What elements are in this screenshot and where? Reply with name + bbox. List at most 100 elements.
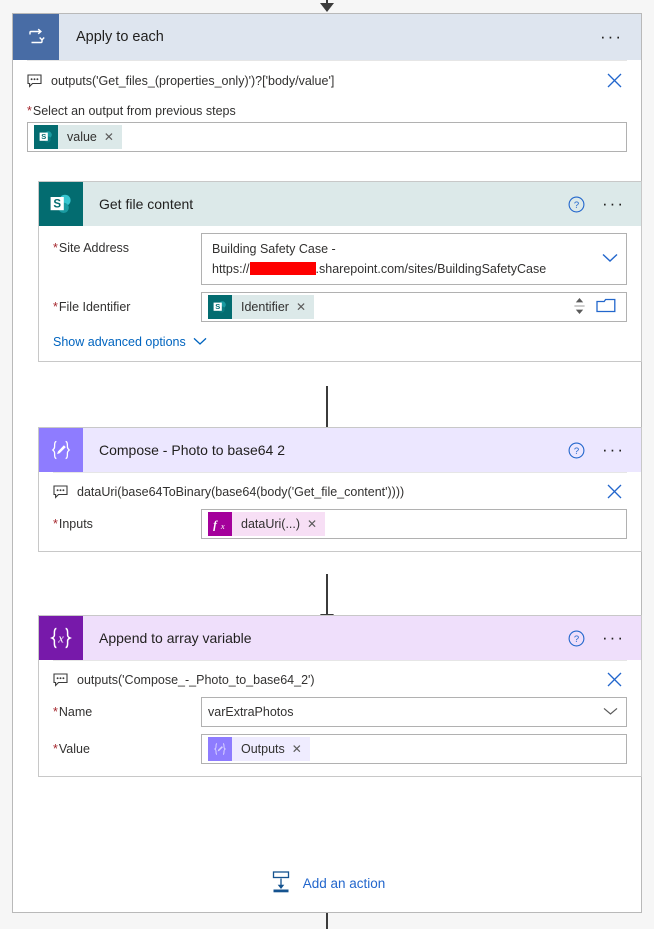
token-chip-label: value [67,130,97,144]
file-identifier-actions [573,296,622,319]
name-label-text: Name [58,705,93,719]
field-row-inputs: *Inputs f x dataUri(...) ✕ [39,502,641,539]
chevron-down-icon[interactable] [603,705,618,719]
svg-text:?: ? [574,446,579,457]
card-title: Append to array variable [99,630,252,646]
sharepoint-icon: S [34,125,58,149]
required-marker: * [53,241,58,255]
scope-menu-button[interactable]: ··· [600,28,623,45]
variable-name-value: varExtraPhotos [208,705,294,719]
close-icon[interactable] [606,72,623,89]
file-identifier-input[interactable]: S Identifier ✕ [201,292,627,322]
token-chip-outputs[interactable]: Outputs ✕ [208,737,310,761]
inputs-input[interactable]: f x dataUri(...) ✕ [201,509,627,539]
scope-expression-text: outputs('Get_files_(properties_only)')?[… [51,73,335,88]
redaction-box [249,262,316,275]
file-identifier-label: *File Identifier [53,292,201,314]
card-body: *Site Address Building Safety Case - htt… [39,226,641,361]
card-title: Get file content [99,196,194,212]
card-header[interactable]: x Append to array variable ? ··· [39,616,641,660]
connector-top [0,0,654,13]
required-marker: * [27,104,32,118]
question-circle-icon[interactable]: ? [568,630,585,647]
comment-bubble-icon [27,73,42,88]
show-advanced-options-link[interactable]: Show advanced options [53,335,207,349]
comment-bubble-icon [53,484,68,499]
svg-text:S: S [53,198,61,210]
card-title: Compose - Photo to base64 2 [99,442,286,458]
folder-picker-icon[interactable] [596,298,616,317]
token-chip-body: Identifier ✕ [232,295,315,319]
card-menu-button[interactable]: ··· [602,441,625,458]
required-marker: * [53,517,58,531]
scope-output-label: *Select an output from previous steps [27,104,627,118]
scope-output-label-text: Select an output from previous steps [32,104,236,118]
close-icon[interactable] [606,671,623,688]
card-body: dataUri(base64ToBinary(base64(body('Get_… [39,473,641,551]
token-chip-identifier[interactable]: S Identifier ✕ [208,295,315,319]
action-card-get-file-content: S Get file content ? ··· *Site Address B [38,181,642,362]
card-menu-button[interactable]: ··· [602,629,625,646]
file-identifier-label-text: File Identifier [58,300,131,314]
site-address-url-prefix: https:// [212,262,250,276]
svg-text:x: x [57,631,64,645]
value-input[interactable]: Outputs ✕ [201,734,627,764]
connector-line [326,386,328,428]
site-address-dropdown[interactable]: Building Safety Case - https:// .sharepoi… [201,233,627,285]
append-expression-text: outputs('Compose_-_Photo_to_base64_2') [77,672,315,687]
loop-icon [13,14,59,60]
svg-text:?: ? [574,634,579,645]
token-chip-label: Outputs [241,742,285,756]
action-card-append-to-array-variable: x Append to array variable ? ··· outputs… [38,615,642,777]
card-header[interactable]: S Get file content ? ··· [39,182,641,226]
scope-output-field: *Select an output from previous steps S … [13,100,641,152]
svg-text:?: ? [574,200,579,211]
add-an-action-button[interactable]: Add an action [13,871,641,896]
token-remove-icon[interactable]: ✕ [104,130,114,144]
name-control: varExtraPhotos [201,697,627,727]
question-circle-icon[interactable]: ? [568,196,585,213]
token-chip-body: Outputs ✕ [232,737,310,761]
token-remove-icon[interactable]: ✕ [296,300,306,314]
required-marker: * [53,705,58,719]
insert-action-icon [269,871,293,896]
token-chip-value[interactable]: S value ✕ [34,125,122,149]
variable-name-dropdown[interactable]: varExtraPhotos [201,697,627,727]
card-header[interactable]: Compose - Photo to base64 2 ? ··· [39,428,641,472]
variables-icon: x [39,616,83,660]
chevron-down-icon [193,335,207,349]
token-remove-icon[interactable]: ✕ [307,517,317,531]
site-address-label: *Site Address [53,233,201,255]
token-chip-datauri[interactable]: f x dataUri(...) ✕ [208,512,326,536]
scope-body: outputs('Get_files_(properties_only)')?[… [13,61,641,152]
site-address-control: Building Safety Case - https:// .sharepoi… [201,233,627,285]
stepper-up-down-icon[interactable] [573,296,586,319]
scope-header[interactable]: Apply to each ··· [13,14,641,60]
close-icon[interactable] [606,483,623,500]
field-row-name: *Name varExtraPhotos [39,690,641,727]
question-circle-icon[interactable]: ? [568,442,585,459]
token-chip-body: value ✕ [58,125,122,149]
connector-line [326,913,328,929]
function-fx-icon: f x [208,512,232,536]
compose-expression-row: dataUri(base64ToBinary(base64(body('Get_… [39,473,641,502]
svg-text:S: S [41,132,46,141]
token-chip-label: Identifier [241,300,289,314]
value-label-text: Value [58,742,90,756]
arrow-head [320,3,334,12]
required-marker: * [53,742,58,756]
card-menu-button[interactable]: ··· [602,195,625,212]
compose-icon [39,428,83,472]
comment-bubble-icon [53,672,68,687]
svg-text:f: f [213,519,218,531]
scope-output-input[interactable]: S value ✕ [27,122,627,152]
field-row-file-identifier: *File Identifier S Identifier ✕ [39,285,641,322]
chevron-down-icon[interactable] [602,252,618,266]
connector-bottom [0,913,654,929]
inputs-control: f x dataUri(...) ✕ [201,509,627,539]
append-expression-row: outputs('Compose_-_Photo_to_base64_2') [39,661,641,690]
token-remove-icon[interactable]: ✕ [292,742,302,756]
site-address-url-suffix: .sharepoint.com/sites/BuildingSafetyCase [315,262,547,276]
inputs-label-text: Inputs [58,517,93,531]
svg-text:S: S [215,302,220,311]
